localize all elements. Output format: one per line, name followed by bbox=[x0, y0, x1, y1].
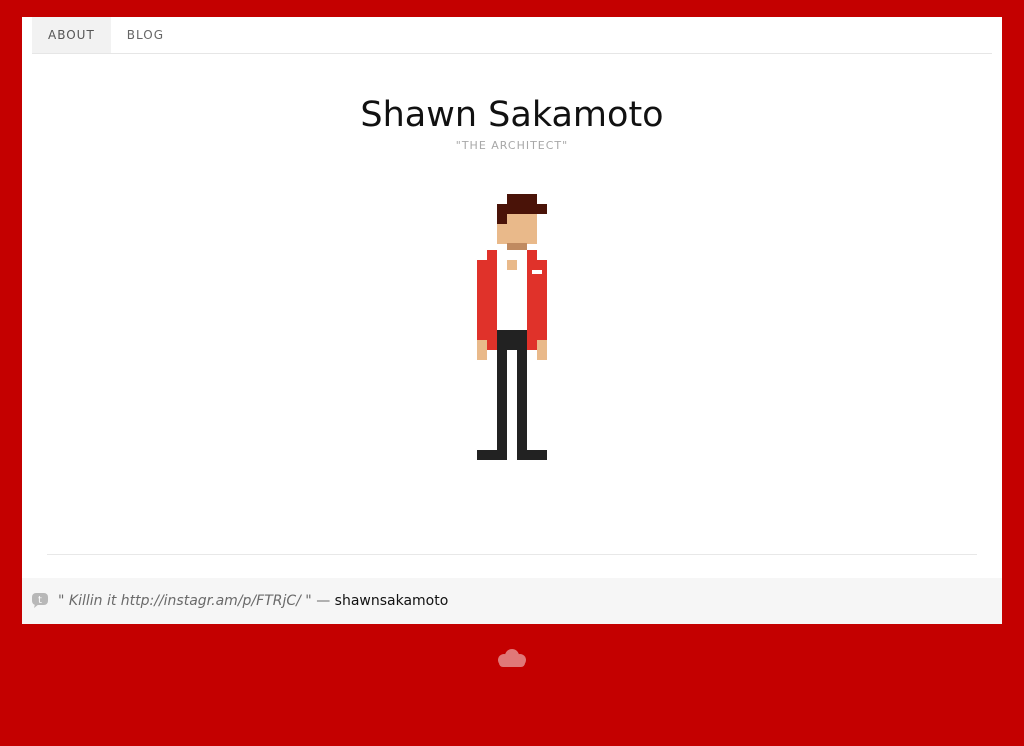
tweet-dash: — bbox=[316, 593, 331, 609]
content-divider bbox=[47, 554, 977, 555]
page-subtitle: "THE ARCHITECT" bbox=[455, 139, 569, 152]
main-card: ABOUT BLOG Shawn Sakamoto "THE ARCHITECT… bbox=[22, 17, 1002, 624]
pixel-person-icon bbox=[477, 194, 547, 460]
page-title: Shawn Sakamoto bbox=[360, 95, 664, 135]
svg-text:t: t bbox=[38, 595, 42, 606]
tweet-text: " Killin it http://instagr.am/p/FTRjC/ "… bbox=[58, 578, 448, 624]
tweet-bar: t " Killin it http://instagr.am/p/FTRjC/… bbox=[22, 578, 1002, 624]
tweet-author-link[interactable]: shawnsakamoto bbox=[335, 593, 449, 609]
tweet-quote: " Killin it http://instagr.am/p/FTRjC/ " bbox=[58, 593, 312, 609]
nav-about[interactable]: ABOUT bbox=[32, 17, 111, 53]
cloud-icon[interactable] bbox=[496, 648, 528, 668]
twitter-bird-icon: t bbox=[32, 593, 48, 608]
top-nav: ABOUT BLOG bbox=[32, 17, 992, 54]
nav-blog[interactable]: BLOG bbox=[111, 17, 180, 53]
